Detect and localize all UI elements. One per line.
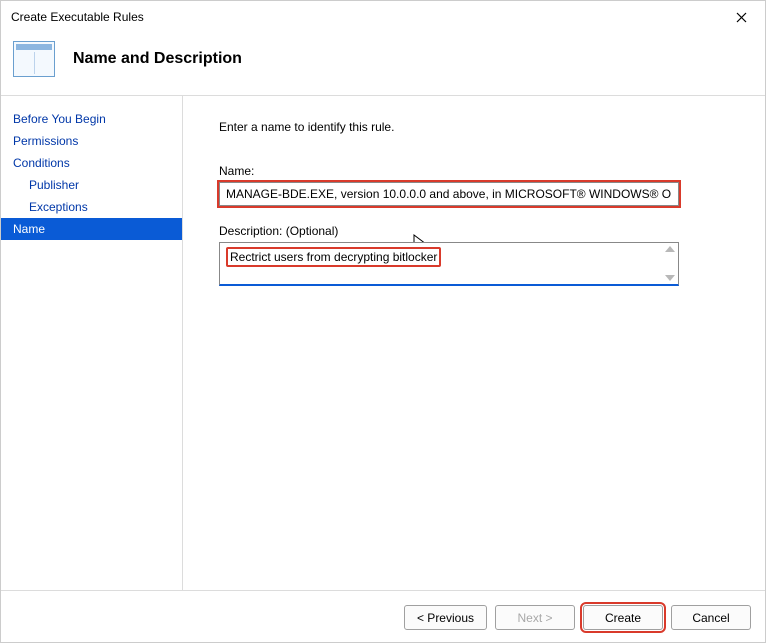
intro-text: Enter a name to identify this rule. <box>219 120 725 134</box>
next-button: Next > <box>495 605 575 630</box>
sidebar-item-exceptions[interactable]: Exceptions <box>1 196 182 218</box>
wizard-footer: < Previous Next > Create Cancel <box>1 590 765 644</box>
chevron-up-icon <box>665 246 675 252</box>
cancel-button[interactable]: Cancel <box>671 605 751 630</box>
main-pane: Enter a name to identify this rule. Name… <box>183 96 765 590</box>
wizard-icon <box>13 41 55 77</box>
description-input[interactable]: Rectrict users from decrypting bitlocker <box>219 242 679 286</box>
sidebar-item-permissions[interactable]: Permissions <box>1 130 182 152</box>
page-title: Name and Description <box>73 50 242 68</box>
sidebar-item-publisher[interactable]: Publisher <box>1 174 182 196</box>
description-text: Rectrict users from decrypting bitlocker <box>226 247 441 267</box>
sidebar-item-conditions[interactable]: Conditions <box>1 152 182 174</box>
sidebar-item-before-you-begin[interactable]: Before You Begin <box>1 108 182 130</box>
wizard-header: Name and Description <box>1 31 765 95</box>
name-input[interactable] <box>219 182 679 206</box>
name-label: Name: <box>219 164 725 178</box>
close-button[interactable] <box>727 7 755 27</box>
previous-button[interactable]: < Previous <box>404 605 487 630</box>
create-button[interactable]: Create <box>583 605 663 630</box>
scroll-arrows[interactable] <box>663 245 676 282</box>
sidebar-item-name[interactable]: Name <box>1 218 182 240</box>
description-label: Description: (Optional) <box>219 224 725 238</box>
chevron-down-icon <box>665 275 675 281</box>
titlebar: Create Executable Rules <box>1 1 765 31</box>
window-title: Create Executable Rules <box>11 10 144 24</box>
close-icon <box>736 12 747 23</box>
wizard-steps-sidebar: Before You BeginPermissionsConditionsPub… <box>1 96 183 590</box>
